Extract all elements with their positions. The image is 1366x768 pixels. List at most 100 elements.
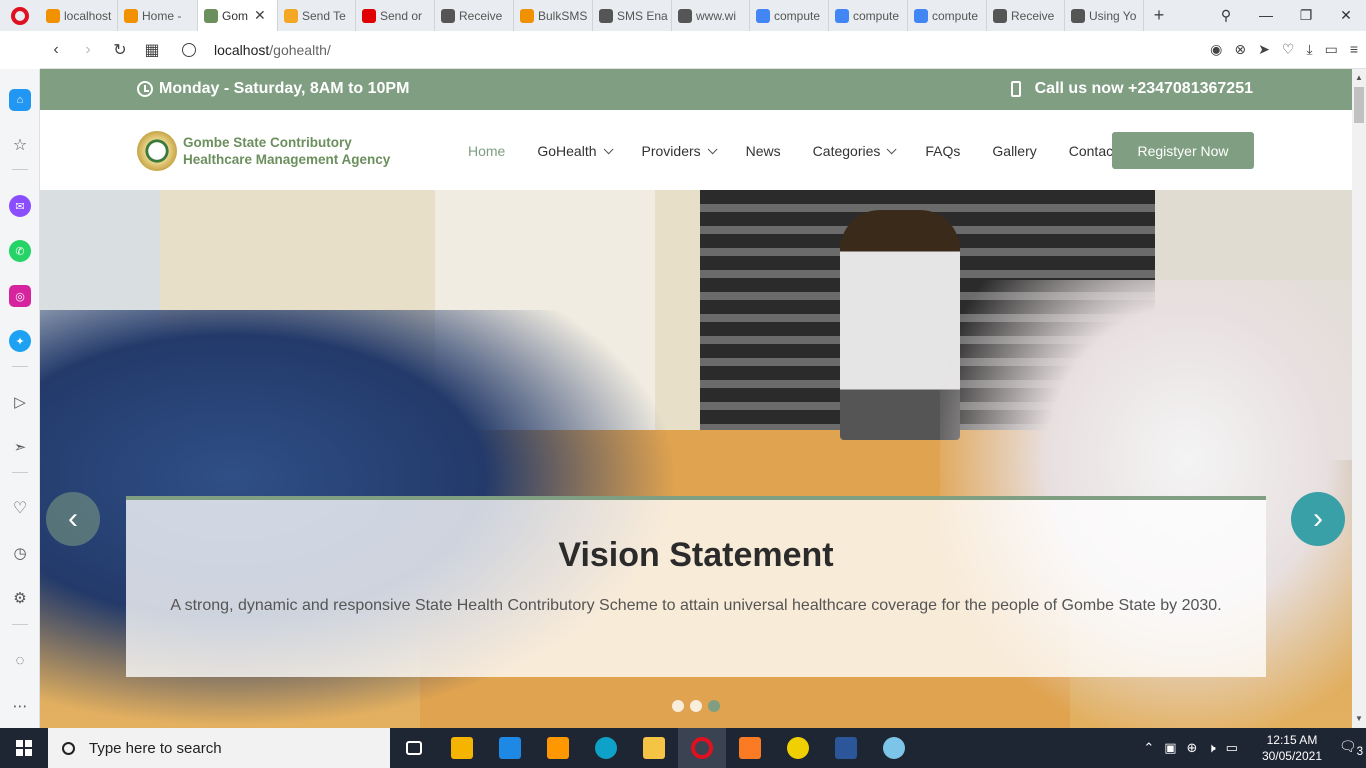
back-button[interactable]: ‹: [40, 41, 72, 59]
nav-label: Home: [468, 143, 506, 159]
minimize-button[interactable]: —: [1246, 0, 1286, 31]
register-button[interactable]: Registyer Now: [1112, 132, 1254, 169]
battery-icon[interactable]: ▭: [1325, 41, 1338, 58]
heart-icon[interactable]: ♡: [1282, 41, 1295, 58]
speed-dial-icon[interactable]: ▦: [136, 40, 168, 60]
tab-label: Receive: [1011, 8, 1055, 23]
close-tab-icon[interactable]: ✕: [254, 7, 266, 24]
easy-setup-icon[interactable]: ≡: [1350, 41, 1358, 58]
taskbar-search[interactable]: Type here to search: [48, 728, 390, 768]
file-explorer-icon[interactable]: [630, 728, 678, 768]
clock-date: 30/05/2021: [1261, 749, 1322, 763]
network-icon[interactable]: ⊕: [1187, 740, 1198, 756]
slider-dot[interactable]: [672, 700, 684, 712]
nav-item-contact[interactable]: Contact: [1069, 143, 1117, 159]
lightbulb-icon[interactable]: ◌: [9, 649, 31, 671]
start-button[interactable]: [0, 728, 48, 768]
new-tab-button[interactable]: +: [1144, 5, 1174, 26]
taskbar-clock[interactable]: 12:15 AM 30/05/2021: [1262, 732, 1322, 764]
tray-app-icon[interactable]: ▣: [1164, 740, 1176, 756]
nav-item-categories[interactable]: Categories: [812, 143, 897, 159]
tab-label: Send or: [380, 8, 423, 23]
instagram-icon[interactable]: ◎: [9, 285, 31, 307]
browser-tab[interactable]: Using Yo: [1065, 0, 1144, 31]
site-header: Gombe State Contributory Healthcare Mana…: [40, 110, 1352, 190]
twitter-icon[interactable]: ✦: [9, 330, 31, 352]
url-field[interactable]: localhost/gohealth/: [182, 42, 331, 58]
store-icon[interactable]: [438, 728, 486, 768]
settings-icon[interactable]: ⚙: [9, 587, 31, 609]
opera-menu-button[interactable]: [0, 0, 40, 31]
slider-dot[interactable]: [690, 700, 702, 712]
word-icon[interactable]: [822, 728, 870, 768]
player-icon[interactable]: ▷: [9, 391, 31, 413]
paint-icon[interactable]: [870, 728, 918, 768]
nav-item-gallery[interactable]: Gallery: [992, 143, 1036, 159]
nav-item-gohealth[interactable]: GoHealth: [537, 143, 614, 159]
snapshot-icon[interactable]: ◉: [1210, 41, 1222, 58]
nav-label: Categories: [812, 143, 881, 159]
browser-tab[interactable]: Receive: [987, 0, 1065, 31]
adblock-icon[interactable]: ⊗: [1234, 41, 1246, 58]
tray-chevron-icon[interactable]: ⌃: [1143, 740, 1154, 756]
keyboard-icon[interactable]: ▭: [1226, 740, 1238, 756]
nav-item-home[interactable]: Home: [468, 143, 505, 159]
browser-tab[interactable]: localhost: [40, 0, 118, 31]
nav-label: FAQs: [925, 143, 961, 159]
send-icon[interactable]: ➤: [1258, 41, 1270, 58]
browser-tab[interactable]: www.wi: [672, 0, 750, 31]
system-tray: ⌃ ▣ ⊕ 🕨 ▭ 12:15 AM 30/05/2021 🗨3: [1143, 728, 1366, 768]
page-scrollbar[interactable]: ▲ ▼: [1352, 69, 1366, 728]
browser-tab[interactable]: compute: [750, 0, 829, 31]
xampp-icon[interactable]: [726, 728, 774, 768]
volume-icon[interactable]: 🕨: [1207, 740, 1215, 756]
document-icon: [599, 8, 613, 23]
scroll-down-icon[interactable]: ▼: [1352, 712, 1366, 726]
home-icon[interactable]: ⌂: [9, 89, 31, 111]
chevron-down-icon: [707, 143, 718, 154]
browser-tab[interactable]: Home -: [118, 0, 198, 31]
browser-tab[interactable]: compute: [829, 0, 908, 31]
flow-icon[interactable]: ➣: [9, 436, 31, 458]
bookmarks-icon[interactable]: ☆: [9, 134, 31, 156]
site-logo[interactable]: Gombe State Contributory Healthcare Mana…: [137, 131, 390, 171]
browser-tab[interactable]: SMS Ena: [593, 0, 672, 31]
mail-icon[interactable]: [486, 728, 534, 768]
nav-label: Gallery: [992, 143, 1037, 159]
task-view-button[interactable]: [390, 728, 438, 768]
search-tabs-icon[interactable]: ⚲: [1206, 0, 1246, 31]
slider-prev-button[interactable]: ‹: [46, 492, 100, 546]
browser-tab[interactable]: Send Te: [278, 0, 356, 31]
browser-tab[interactable]: Receive: [435, 0, 514, 31]
scroll-up-icon[interactable]: ▲: [1352, 71, 1366, 85]
nav-item-news[interactable]: News: [746, 143, 781, 159]
nav-item-providers[interactable]: Providers: [642, 143, 718, 159]
browser-tab[interactable]: compute: [908, 0, 987, 31]
close-window-button[interactable]: ✕: [1326, 0, 1366, 31]
sublime-icon[interactable]: [534, 728, 582, 768]
edge-icon[interactable]: [582, 728, 630, 768]
slide-text: A strong, dynamic and responsive State H…: [170, 597, 1222, 614]
scroll-thumb[interactable]: [1354, 87, 1364, 123]
favorites-icon[interactable]: ♡: [9, 497, 31, 519]
browser-tab[interactable]: Send or: [356, 0, 435, 31]
messenger-icon[interactable]: ✉: [9, 195, 31, 217]
notification-count: 3: [1356, 744, 1364, 758]
document-icon: [1071, 8, 1085, 23]
history-icon[interactable]: ◷: [9, 542, 31, 564]
slider-next-button[interactable]: ›: [1291, 492, 1345, 546]
opera-taskbar-icon[interactable]: [678, 728, 726, 768]
browser-tab[interactable]: Gom ✕: [198, 0, 278, 31]
more-icon[interactable]: ⋯: [9, 695, 31, 717]
slider-dot[interactable]: [708, 700, 720, 712]
tab-label: compute: [774, 8, 821, 23]
browser-tab[interactable]: BulkSMS: [514, 0, 593, 31]
nav-item-faqs[interactable]: FAQs: [925, 143, 960, 159]
reload-button[interactable]: ↻: [104, 40, 136, 60]
notifications-icon[interactable]: 🗨3: [1336, 738, 1366, 758]
whatsapp-icon[interactable]: ✆: [9, 240, 31, 262]
download-icon[interactable]: ⤓: [1306, 41, 1312, 58]
maximize-button[interactable]: ❐: [1286, 0, 1326, 31]
forward-button[interactable]: ›: [72, 41, 104, 59]
app-yellow-icon[interactable]: [774, 728, 822, 768]
